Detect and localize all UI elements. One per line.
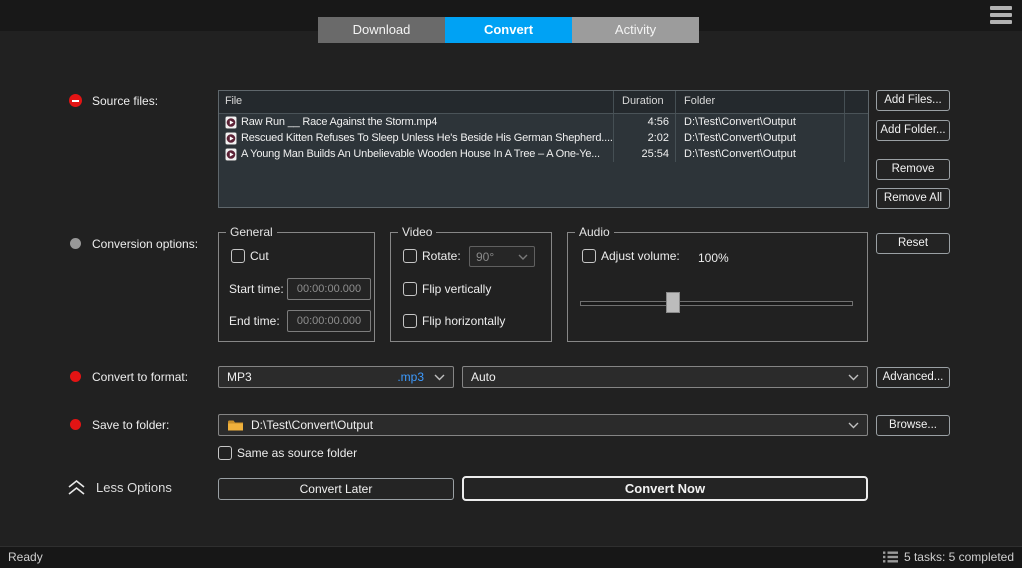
required-bullet-icon: [70, 371, 81, 382]
same-as-source-checkbox[interactable]: Same as source folder: [218, 446, 357, 460]
checkbox-icon: [403, 314, 417, 328]
status-bar: Ready 5 tasks: 5 completed: [0, 546, 1022, 568]
file-name: Raw Run __ Race Against the Storm.mp4: [241, 114, 437, 130]
volume-slider[interactable]: [580, 290, 853, 316]
quality-value: Auto: [471, 370, 496, 384]
slider-track: [580, 301, 853, 306]
remove-button[interactable]: Remove: [876, 159, 950, 180]
chevron-down-icon: [518, 254, 528, 260]
flip-horizontally-label: Flip horizontally: [422, 314, 505, 328]
table-row[interactable]: Rescued Kitten Refuses To Sleep Unless H…: [219, 130, 868, 146]
checkbox-icon: [403, 282, 417, 296]
reset-button[interactable]: Reset: [876, 233, 950, 254]
flip-vertically-checkbox[interactable]: Flip vertically: [403, 282, 491, 296]
menu-icon[interactable]: [990, 6, 1012, 27]
file-folder: D:\Test\Convert\Output: [676, 146, 845, 162]
double-chevron-up-icon: [66, 479, 87, 496]
browse-button[interactable]: Browse...: [876, 415, 950, 436]
checkbox-icon: [582, 249, 596, 263]
less-options-label: Less Options: [96, 480, 172, 495]
start-time-label: Start time:: [229, 282, 287, 296]
cut-checkbox[interactable]: Cut: [231, 249, 269, 263]
general-group-title: General: [226, 225, 277, 239]
column-header-spacer: [845, 91, 868, 113]
advanced-button[interactable]: Advanced...: [876, 367, 950, 388]
cut-label: Cut: [250, 249, 269, 263]
format-value: MP3: [227, 370, 252, 384]
table-row[interactable]: A Young Man Builds An Unbelievable Woode…: [219, 146, 868, 162]
video-file-icon: [225, 116, 237, 129]
video-group-title: Video: [398, 225, 436, 239]
flip-vertically-label: Flip vertically: [422, 282, 491, 296]
folder-icon: [227, 419, 244, 432]
add-files-button[interactable]: Add Files...: [876, 90, 950, 111]
chevron-down-icon: [848, 422, 859, 429]
remove-source-badge-icon[interactable]: [69, 94, 82, 107]
save-to-folder-label: Save to folder:: [92, 418, 169, 432]
task-list-icon[interactable]: [883, 551, 898, 563]
same-as-source-label: Same as source folder: [237, 446, 357, 460]
source-files-label: Source files:: [92, 94, 158, 108]
rotate-checkbox[interactable]: Rotate:: [403, 249, 461, 263]
file-duration: 4:56: [614, 114, 676, 130]
column-header-duration[interactable]: Duration: [614, 91, 676, 113]
checkbox-icon: [218, 446, 232, 460]
tab-download[interactable]: Download: [318, 17, 445, 43]
quality-select[interactable]: Auto: [462, 366, 868, 388]
less-options-toggle[interactable]: Less Options: [66, 479, 172, 496]
file-folder: D:\Test\Convert\Output: [676, 114, 845, 130]
checkbox-icon: [231, 249, 245, 263]
tab-activity[interactable]: Activity: [572, 17, 699, 43]
conversion-options-label: Conversion options:: [92, 237, 198, 251]
end-time-label: End time:: [229, 314, 287, 328]
rotate-select[interactable]: 90°: [469, 246, 535, 267]
table-header: File Duration Folder: [219, 91, 868, 114]
start-time-input[interactable]: [287, 278, 371, 300]
format-select[interactable]: MP3 .mp3: [218, 366, 454, 388]
column-header-folder[interactable]: Folder: [676, 91, 845, 113]
status-text: Ready: [8, 550, 43, 564]
column-header-file[interactable]: File: [219, 91, 614, 113]
source-files-table: File Duration Folder Raw Run __ Race Aga…: [218, 90, 869, 208]
file-name: Rescued Kitten Refuses To Sleep Unless H…: [241, 130, 613, 146]
video-groupbox: Video Rotate: 90° Flip vertically Flip h…: [390, 232, 552, 342]
checkbox-icon: [403, 249, 417, 263]
rotate-label: Rotate:: [422, 249, 461, 263]
table-row[interactable]: Raw Run __ Race Against the Storm.mp4 4:…: [219, 114, 868, 130]
save-folder-select[interactable]: D:\Test\Convert\Output: [218, 414, 868, 436]
convert-later-button[interactable]: Convert Later: [218, 478, 454, 500]
convert-to-format-label: Convert to format:: [92, 370, 188, 384]
add-folder-button[interactable]: Add Folder...: [876, 120, 950, 141]
audio-group-title: Audio: [575, 225, 614, 239]
file-name: A Young Man Builds An Unbelievable Woode…: [241, 146, 600, 162]
file-duration: 2:02: [614, 130, 676, 146]
remove-all-button[interactable]: Remove All: [876, 188, 950, 209]
file-folder: D:\Test\Convert\Output: [676, 130, 845, 146]
optional-bullet-icon: [70, 238, 81, 249]
save-folder-path: D:\Test\Convert\Output: [251, 418, 373, 432]
slider-handle[interactable]: [666, 292, 680, 313]
general-groupbox: General Cut Start time: End time:: [218, 232, 375, 342]
video-file-icon: [225, 148, 237, 161]
chevron-down-icon: [434, 374, 445, 381]
end-time-row: End time:: [229, 310, 371, 332]
video-file-icon: [225, 132, 237, 145]
convert-now-button[interactable]: Convert Now: [462, 476, 868, 501]
flip-horizontally-checkbox[interactable]: Flip horizontally: [403, 314, 505, 328]
app-window: Download Convert Activity Source files: …: [0, 0, 1022, 568]
chevron-down-icon: [848, 374, 859, 381]
rotate-value: 90°: [476, 250, 494, 264]
adjust-volume-checkbox[interactable]: Adjust volume:: [582, 249, 680, 263]
audio-groupbox: Audio Adjust volume: 100%: [567, 232, 868, 342]
format-extension: .mp3: [397, 370, 424, 384]
volume-value: 100%: [698, 251, 729, 265]
tab-convert[interactable]: Convert: [445, 17, 572, 43]
tasks-status-text: 5 tasks: 5 completed: [904, 550, 1014, 564]
file-duration: 25:54: [614, 146, 676, 162]
start-time-row: Start time:: [229, 278, 371, 300]
adjust-volume-label: Adjust volume:: [601, 249, 680, 263]
end-time-input[interactable]: [287, 310, 371, 332]
required-bullet-icon: [70, 419, 81, 430]
tab-bar: Download Convert Activity: [318, 17, 699, 43]
